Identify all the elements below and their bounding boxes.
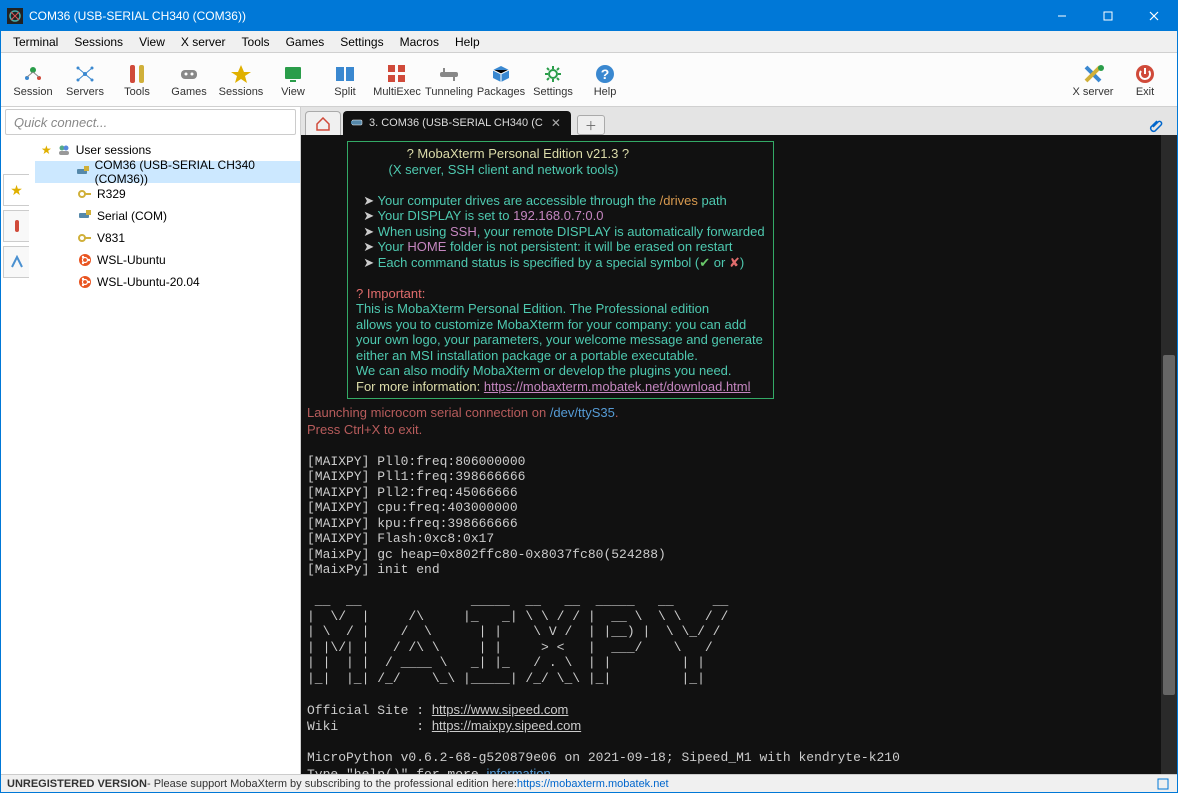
app-icon (7, 8, 23, 24)
terminal-tab[interactable]: 3. COM36 (USB-SERIAL CH340 (C ✕ (343, 111, 571, 135)
maximize-button[interactable] (1085, 1, 1131, 31)
key-icon (77, 186, 93, 202)
menu-terminal[interactable]: Terminal (5, 33, 66, 51)
session-item[interactable]: R329 (35, 183, 300, 205)
status-link[interactable]: https://mobaxterm.mobatek.net (517, 778, 669, 790)
split-icon (333, 62, 357, 86)
menu-bar: TerminalSessionsViewX serverToolsGamesSe… (1, 31, 1177, 53)
official-site-link[interactable]: https://www.sipeed.com (432, 702, 569, 717)
title-bar: COM36 (USB-SERIAL CH340 (COM36)) (1, 1, 1177, 31)
status-bar: UNREGISTERED VERSION - Please support Mo… (1, 774, 1177, 792)
help-button[interactable]: ?Help (579, 60, 631, 100)
banner-box: ? MobaXterm Personal Edition v21.3 ? (X … (347, 141, 774, 399)
tunneling-button[interactable]: Tunneling (423, 60, 475, 100)
key-icon (77, 230, 93, 246)
sidetab-tools[interactable] (3, 210, 29, 242)
session-item[interactable]: COM36 (USB-SERIAL CH340 (COM36)) (35, 161, 300, 183)
resize-grip-icon (1155, 776, 1171, 792)
menu-tools[interactable]: Tools (234, 33, 278, 51)
quick-connect-placeholder: Quick connect... (14, 115, 107, 130)
ubuntu-icon (77, 274, 93, 290)
packages-icon (489, 62, 513, 86)
xserver-button[interactable]: X server (1067, 60, 1119, 100)
session-item[interactable]: Serial (COM) (35, 205, 300, 227)
session-tree: ★ User sessions COM36 (USB-SERIAL CH340 … (35, 137, 300, 774)
tab-close-button[interactable]: ✕ (549, 116, 563, 130)
session-icon (21, 62, 45, 86)
svg-text:?: ? (601, 66, 610, 82)
settings-button[interactable]: Settings (527, 60, 579, 100)
terminal-output[interactable]: ? MobaXterm Personal Edition v21.3 ? (X … (301, 135, 1177, 774)
minimize-button[interactable] (1039, 1, 1085, 31)
wiki-link[interactable]: https://maixpy.sipeed.com (432, 718, 581, 733)
menu-help[interactable]: Help (447, 33, 488, 51)
toolbar: SessionServersToolsGamesSessionsViewSpli… (1, 53, 1177, 107)
new-tab-button[interactable]: ＋ (577, 115, 605, 135)
terminal-panel: 3. COM36 (USB-SERIAL CH340 (C ✕ ＋ ? Moba… (301, 107, 1177, 774)
users-icon (56, 142, 72, 158)
serial-icon (351, 116, 363, 131)
status-text: - Please support MobaXterm by subscribin… (147, 778, 517, 790)
view-button[interactable]: View (267, 60, 319, 100)
help-icon: ? (593, 62, 617, 86)
session-item[interactable]: V831 (35, 227, 300, 249)
session-item[interactable]: WSL-Ubuntu-20.04 (35, 271, 300, 293)
menu-macros[interactable]: Macros (392, 33, 447, 51)
ubuntu-icon (77, 252, 93, 268)
sessions-icon (229, 62, 253, 86)
settings-icon (541, 62, 565, 86)
tree-root-label: User sessions (76, 143, 151, 157)
exit-button[interactable]: Exit (1119, 60, 1171, 100)
scrollbar-thumb[interactable] (1163, 355, 1175, 695)
paperclip-icon[interactable] (1143, 119, 1171, 135)
view-icon (281, 62, 305, 86)
serial-icon (76, 164, 91, 180)
multiexec-icon (385, 62, 409, 86)
side-panel: Quick connect... ★ ★ User sessions COM36… (1, 107, 301, 774)
servers-icon (73, 62, 97, 86)
window-title: COM36 (USB-SERIAL CH340 (COM36)) (29, 9, 1039, 23)
session-item[interactable]: WSL-Ubuntu (35, 249, 300, 271)
games-icon (177, 62, 201, 86)
sessions-button[interactable]: Sessions (215, 60, 267, 100)
status-unregistered: UNREGISTERED VERSION (7, 778, 147, 790)
close-button[interactable] (1131, 1, 1177, 31)
menu-settings[interactable]: Settings (332, 33, 391, 51)
tab-label: 3. COM36 (USB-SERIAL CH340 (C (369, 117, 543, 129)
split-button[interactable]: Split (319, 60, 371, 100)
servers-button[interactable]: Servers (59, 60, 111, 100)
tunneling-icon (437, 62, 461, 86)
home-tab[interactable] (305, 111, 341, 135)
quick-connect-input[interactable]: Quick connect... (5, 109, 296, 135)
menu-x-server[interactable]: X server (173, 33, 234, 51)
packages-button[interactable]: Packages (475, 60, 527, 100)
sidetab-macros[interactable] (3, 246, 29, 278)
exit-icon (1133, 62, 1157, 86)
tools-icon (125, 62, 149, 86)
tabs-bar: 3. COM36 (USB-SERIAL CH340 (C ✕ ＋ (301, 107, 1177, 135)
games-button[interactable]: Games (163, 60, 215, 100)
download-link[interactable]: https://mobaxterm.mobatek.net/download.h… (484, 379, 751, 394)
sidetab-sessions[interactable]: ★ (3, 174, 29, 206)
session-button[interactable]: Session (7, 60, 59, 100)
xserver-icon (1081, 62, 1105, 86)
menu-games[interactable]: Games (278, 33, 333, 51)
scrollbar[interactable] (1161, 135, 1177, 774)
tools-button[interactable]: Tools (111, 60, 163, 100)
menu-sessions[interactable]: Sessions (66, 33, 131, 51)
menu-view[interactable]: View (131, 33, 173, 51)
serial-icon (77, 208, 93, 224)
multiexec-button[interactable]: MultiExec (371, 60, 423, 100)
